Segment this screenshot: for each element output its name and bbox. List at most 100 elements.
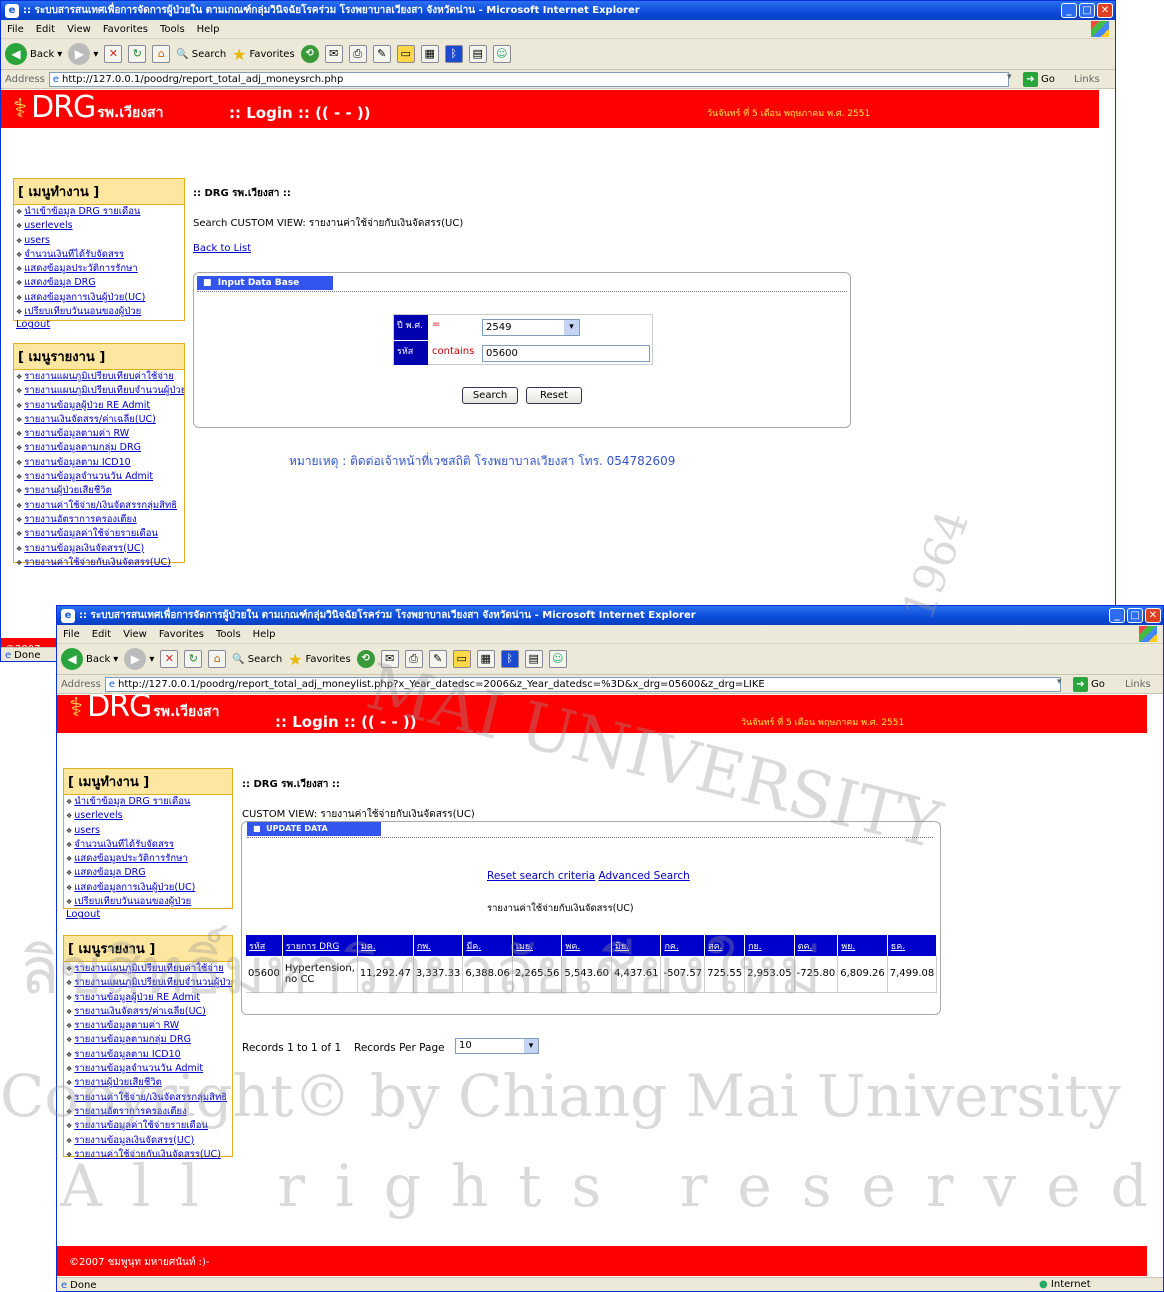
mail-icon[interactable]: ✉	[324, 45, 343, 63]
menu-edit[interactable]: Edit	[92, 629, 111, 640]
menu-view[interactable]: View	[67, 24, 91, 35]
menu-link[interactable]: userlevels	[64, 809, 232, 823]
refresh-icon[interactable]: ↻	[128, 45, 147, 63]
menu-link[interactable]: รายงานผู้ป่วยเสียชีวิต	[64, 1076, 232, 1090]
menu-link[interactable]: รายงานข้อมูลจำนวนวัน Admit	[14, 470, 184, 484]
links-button[interactable]: Links	[1125, 679, 1151, 690]
menu-tools[interactable]: Tools	[160, 24, 185, 35]
stop-icon[interactable]: ✕	[160, 650, 179, 668]
menu-link[interactable]: users	[14, 234, 184, 248]
back-button[interactable]: ◀ Back ▾	[61, 648, 118, 670]
calculator-icon[interactable]: ▤	[524, 650, 543, 668]
links-button[interactable]: Links	[1074, 74, 1100, 85]
maximize-button[interactable]: □	[1127, 608, 1143, 623]
research-icon[interactable]: ▦	[476, 650, 495, 668]
menu-link[interactable]: แสดงข้อมูลการเงินผู้ป่วย(UC)	[14, 291, 184, 305]
menu-link[interactable]: userlevels	[14, 219, 184, 233]
menu-link[interactable]: รายงานข้อมูลตาม ICD10	[64, 1048, 232, 1062]
folder-icon[interactable]: ▭	[396, 45, 415, 63]
menu-link[interactable]: รายงานผู้ป่วยเสียชีวิต	[14, 484, 184, 498]
column-header[interactable]: กย.	[744, 935, 795, 956]
menu-link[interactable]: รายงานข้อมูลค่าใช้จ่ายรายเดือน	[14, 527, 184, 541]
menu-link[interactable]: รายงานข้อมูลตามกลุ่ม DRG	[64, 1033, 232, 1047]
menu-favorites[interactable]: Favorites	[103, 24, 148, 35]
stop-icon[interactable]: ✕	[104, 45, 123, 63]
reset-search-link[interactable]: Reset search criteria	[487, 870, 595, 882]
logout-link[interactable]: Logout	[64, 909, 232, 920]
menu-link[interactable]: รายงานแผนภูมิเปรียบเทียบค่าใช้จ่าย	[64, 962, 232, 976]
menu-link[interactable]: จำนวนเงินที่ได้รับจัดสรร	[14, 248, 184, 262]
minimize-button[interactable]: _	[1109, 608, 1125, 623]
search-button[interactable]: 🔍 Search	[232, 654, 282, 665]
forward-button[interactable]: ▶ ▾	[68, 43, 98, 65]
favorites-button[interactable]: ★ Favorites	[232, 45, 295, 64]
address-dropdown-icon[interactable]: ▾	[1007, 72, 1012, 82]
menu-view[interactable]: View	[123, 629, 147, 640]
column-header[interactable]: พค.	[561, 935, 612, 956]
maximize-button[interactable]: □	[1079, 3, 1095, 18]
calculator-icon[interactable]: ▤	[468, 45, 487, 63]
per-page-select[interactable]: 10 ▾	[455, 1038, 539, 1054]
bluetooth-icon[interactable]: ᛒ	[444, 45, 463, 63]
print-icon[interactable]: ⎙	[348, 45, 367, 63]
advanced-search-link[interactable]: Advanced Search	[598, 870, 689, 882]
menu-link[interactable]: รายงานอัตราการครองเตียง	[64, 1105, 232, 1119]
column-header[interactable]: มค.	[357, 935, 414, 956]
menu-link[interactable]: แสดงข้อมูล DRG	[64, 866, 232, 880]
edit-icon[interactable]: ✎	[428, 650, 447, 668]
reset-button[interactable]: Reset	[526, 387, 582, 404]
bluetooth-icon[interactable]: ᛒ	[500, 650, 519, 668]
menu-link[interactable]: รายงานข้อมูลค่าใช้จ่ายรายเดือน	[64, 1119, 232, 1133]
search-button[interactable]: 🔍 Search	[176, 49, 226, 60]
column-header[interactable]: ธค.	[887, 935, 938, 956]
back-button[interactable]: ◀ Back ▾	[5, 43, 62, 65]
menu-tools[interactable]: Tools	[216, 629, 241, 640]
url-input[interactable]: e http://127.0.0.1/poodrg/report_total_ad…	[48, 71, 1009, 87]
url-input[interactable]: e http://127.0.0.1/poodrg/report_total_ad…	[104, 676, 1061, 692]
menu-link[interactable]: รายงานค่าใช้จ่ายกับเงินจัดสรร(UC)	[14, 556, 184, 570]
menu-link[interactable]: รายงานข้อมูลเงินจัดสรร(UC)	[14, 542, 184, 556]
menu-link[interactable]: users	[64, 824, 232, 838]
menu-link[interactable]: รายงานเงินจัดสรร/ค่าเฉลี่ย(UC)	[14, 413, 184, 427]
folder-icon[interactable]: ▭	[452, 650, 471, 668]
menu-link[interactable]: จำนวนเงินที่ได้รับจัดสรร	[64, 838, 232, 852]
print-icon[interactable]: ⎙	[404, 650, 423, 668]
messenger-icon[interactable]: ☺	[492, 45, 511, 63]
close-button[interactable]: ✕	[1145, 608, 1161, 623]
column-header[interactable]: กพ.	[413, 935, 464, 956]
menu-link[interactable]: รายงานข้อมูลตามกลุ่ม DRG	[14, 441, 184, 455]
menu-file[interactable]: File	[63, 629, 80, 640]
back-to-list-link[interactable]: Back to List	[193, 243, 251, 254]
menu-link[interactable]: รายงานข้อมูลตามค่า RW	[64, 1019, 232, 1033]
menu-link[interactable]: รายงานข้อมูลเงินจัดสรร(UC)	[64, 1134, 232, 1148]
forward-button[interactable]: ▶ ▾	[124, 648, 154, 670]
menu-link[interactable]: นำเข้าข้อมูล DRG รายเดือน	[64, 795, 232, 809]
menu-link[interactable]: รายงานค่าใช้จ่าย/เงินจัดสรรกลุ่มสิทธิ	[14, 499, 184, 513]
menu-link[interactable]: รายงานค่าใช้จ่าย/เงินจัดสรรกลุ่มสิทธิ	[64, 1091, 232, 1105]
edit-icon[interactable]: ✎	[372, 45, 391, 63]
menu-link[interactable]: รายงานอัตราการครองเตียง	[14, 513, 184, 527]
menu-link[interactable]: รายงานข้อมูลผู้ป่วย RE Admit	[14, 399, 184, 413]
menu-link[interactable]: รายงานข้อมูลจำนวนวัน Admit	[64, 1062, 232, 1076]
column-header[interactable]: ตค.	[794, 935, 839, 956]
menu-link[interactable]: รายงานแผนภูมิเปรียบเทียบจำนวนผู้ป่วย	[64, 976, 232, 990]
column-header[interactable]: เมย.	[512, 935, 563, 956]
address-dropdown-icon[interactable]: ▾	[1057, 677, 1062, 687]
history-icon[interactable]: ⟲	[300, 45, 319, 63]
home-icon[interactable]: ⌂	[208, 650, 227, 668]
menu-link[interactable]: รายงานค่าใช้จ่ายกับเงินจัดสรร(UC)	[64, 1148, 232, 1162]
history-icon[interactable]: ⟲	[356, 650, 375, 668]
menu-favorites[interactable]: Favorites	[159, 629, 204, 640]
code-input[interactable]: 05600	[482, 345, 650, 362]
messenger-icon[interactable]: ☺	[548, 650, 567, 668]
menu-help[interactable]: Help	[197, 24, 220, 35]
menu-link[interactable]: รายงานเงินจัดสรร/ค่าเฉลี่ย(UC)	[64, 1005, 232, 1019]
go-button[interactable]: ➜ Go	[1023, 71, 1055, 87]
menu-edit[interactable]: Edit	[36, 24, 55, 35]
login-text[interactable]: :: Login :: (( - - ))	[275, 713, 417, 731]
menu-file[interactable]: File	[7, 24, 24, 35]
research-icon[interactable]: ▦	[420, 45, 439, 63]
menu-link[interactable]: แสดงข้อมูลการเงินผู้ป่วย(UC)	[64, 881, 232, 895]
column-header[interactable]: กค.	[660, 935, 706, 956]
minimize-button[interactable]: _	[1061, 3, 1077, 18]
